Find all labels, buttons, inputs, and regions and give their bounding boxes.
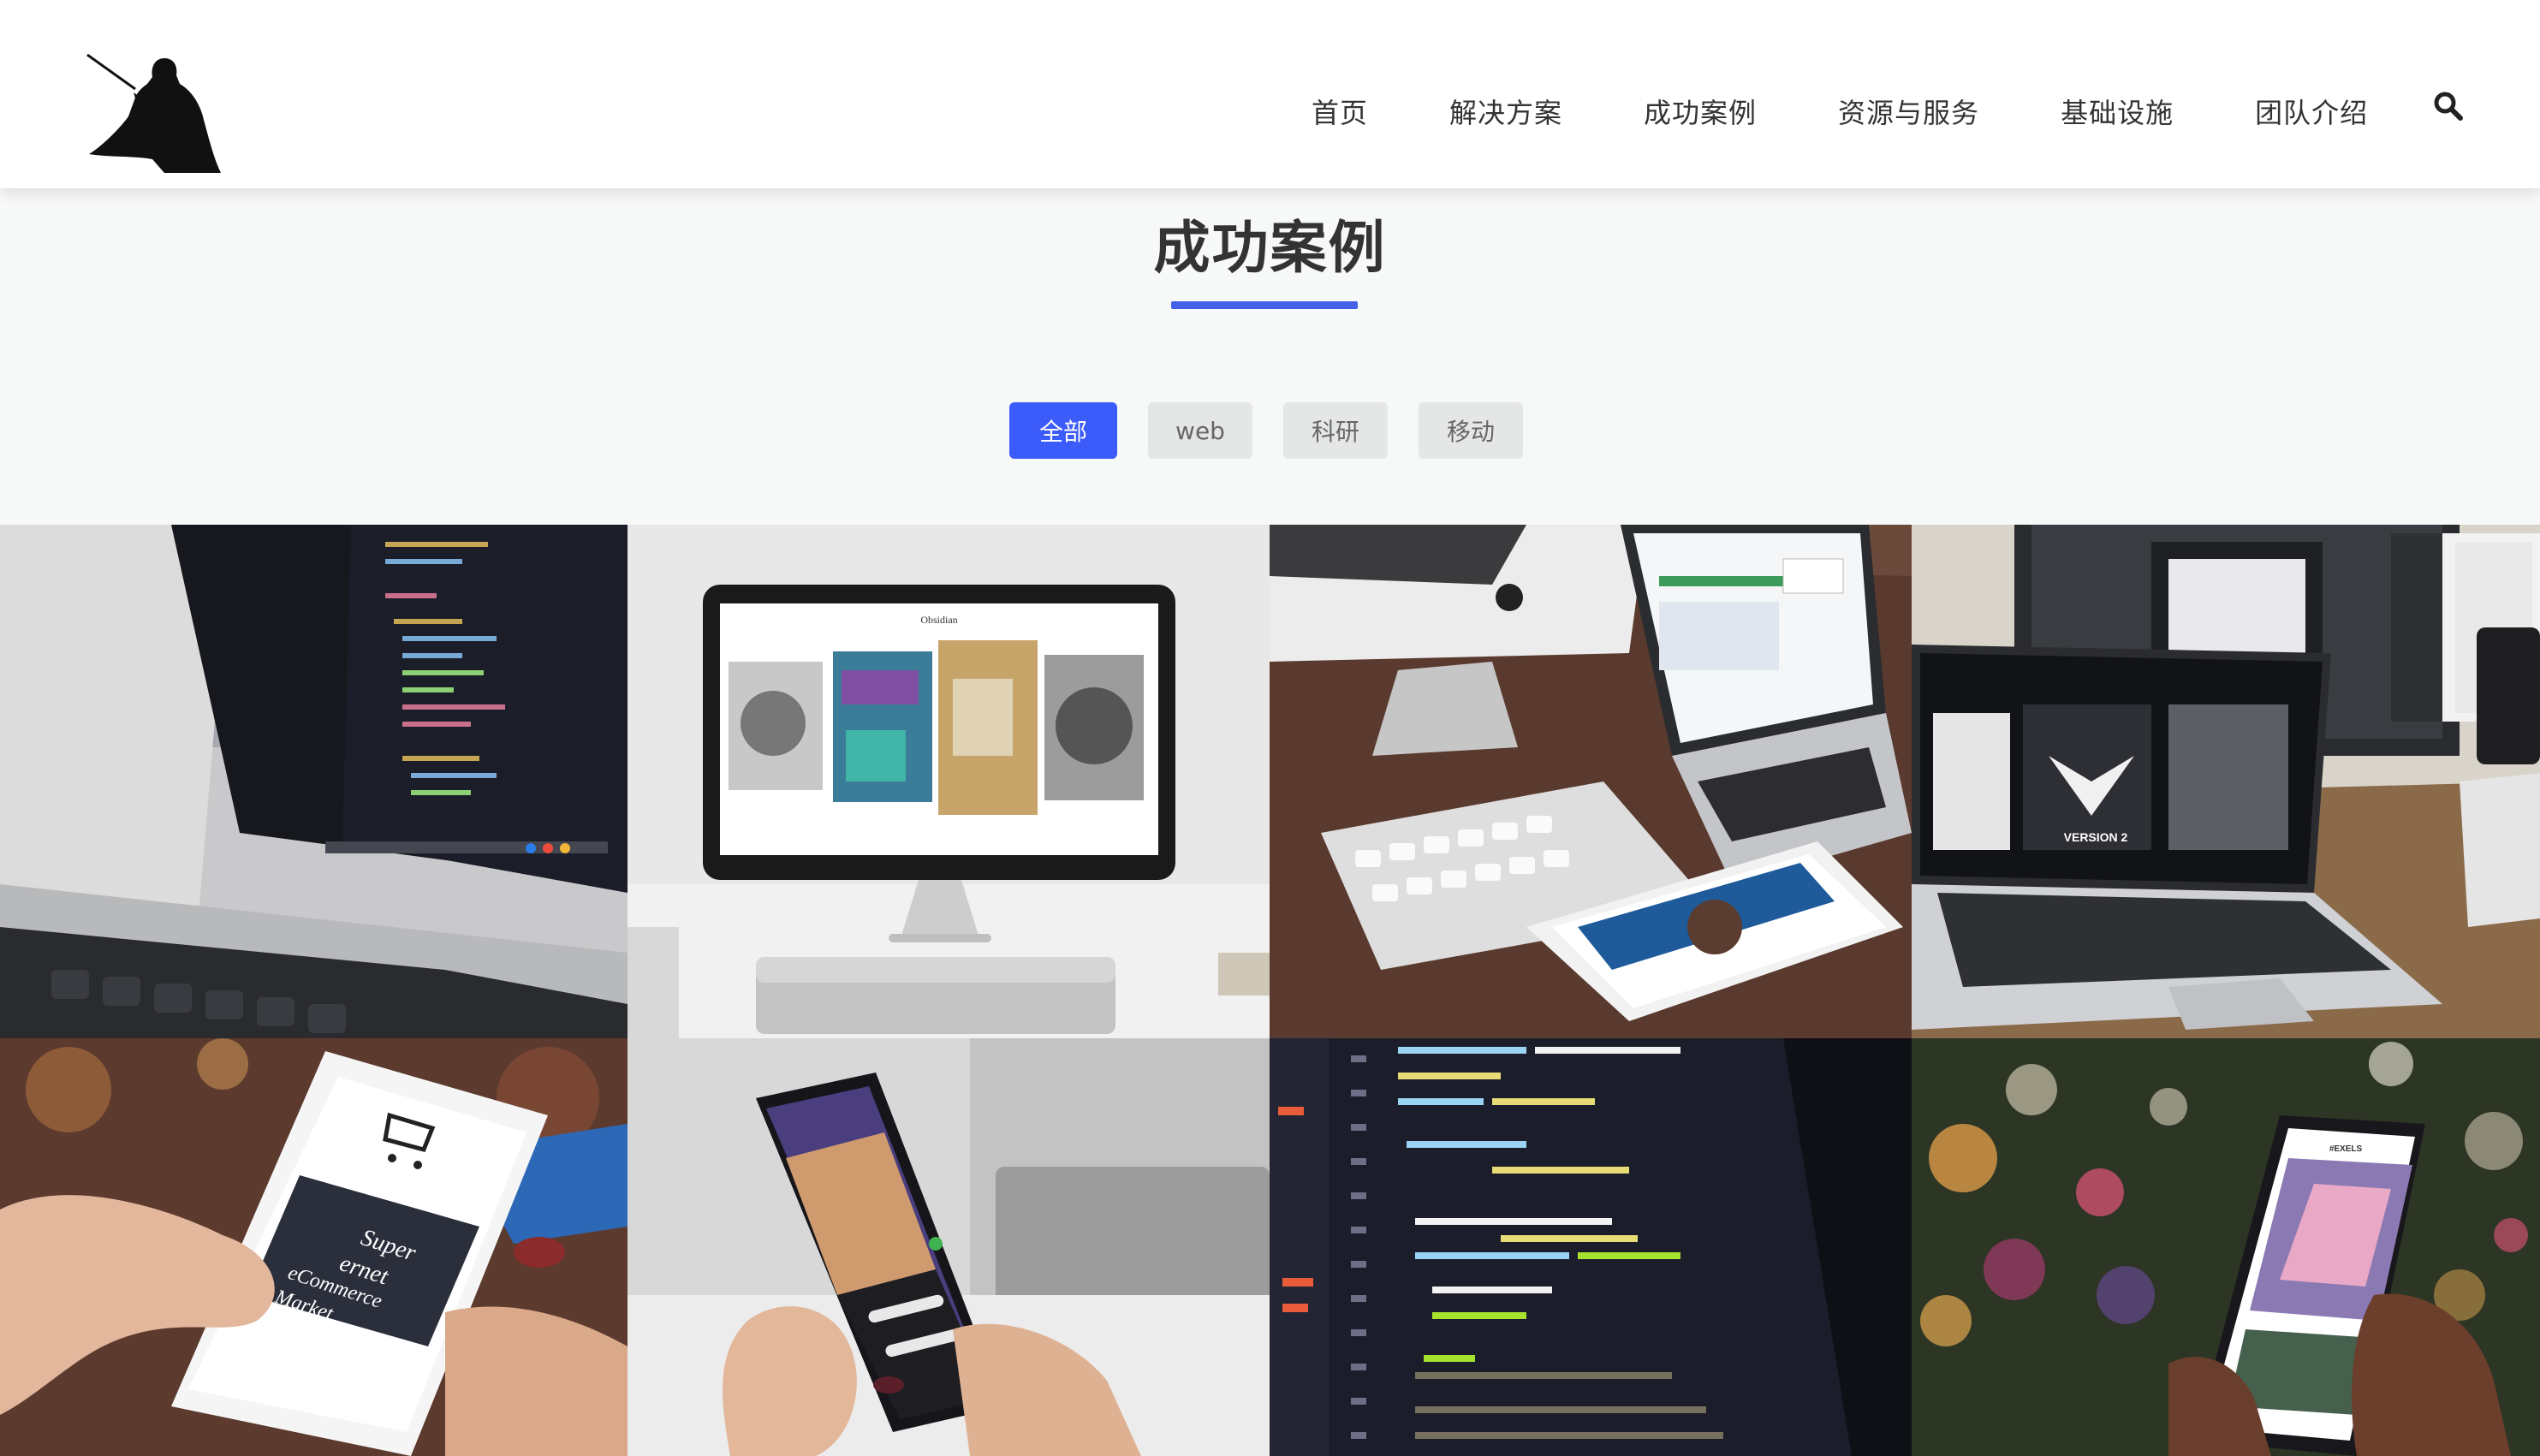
page-title: 成功案例 <box>1153 215 1387 281</box>
portfolio-filters: 全部 web 科研 移动 <box>1009 402 1523 459</box>
portfolio-item-imac-gallery[interactable]: Obsidian <box>628 525 1270 1038</box>
filter-web-button[interactable]: web <box>1148 402 1252 459</box>
nav-item-resources[interactable]: 资源与服务 <box>1838 92 1979 131</box>
portfolio-item-ecommerce-phone[interactable]: Super ernet eCommerce Market <box>0 1038 628 1456</box>
site-header: 首页 解决方案 成功案例 资源与服务 基础设施 团队介绍 <box>0 0 2540 188</box>
title-underline <box>1171 301 1358 309</box>
nav-item-cases[interactable]: 成功案例 <box>1644 92 1757 131</box>
portfolio-item-weather-phone[interactable] <box>628 1038 1270 1456</box>
logo[interactable] <box>86 50 223 175</box>
portfolio-item-laptop-design[interactable]: VERSION 2 <box>1912 525 2540 1038</box>
ecommerce-phone-image: Super ernet eCommerce Market <box>0 1038 628 1456</box>
nav-item-infrastructure[interactable]: 基础设施 <box>2061 92 2174 131</box>
laptop-code-image <box>0 525 628 1038</box>
nav-item-team[interactable]: 团队介绍 <box>2255 92 2368 131</box>
portfolio-item-laptop-code[interactable] <box>0 525 628 1038</box>
portfolio-item-desk-devices[interactable] <box>1270 525 1912 1038</box>
portfolio-item-photo-phone[interactable]: #EXELS <box>1912 1038 2540 1456</box>
filter-all-button[interactable]: 全部 <box>1009 402 1117 459</box>
search-icon[interactable] <box>2433 91 2464 122</box>
filter-research-button[interactable]: 科研 <box>1283 402 1388 459</box>
portfolio-grid: Obsidian VERSION 2 Super ernet eCommerce… <box>0 525 2540 1456</box>
imac-gallery-image: Obsidian <box>628 525 1270 1038</box>
weather-phone-image <box>628 1038 1270 1456</box>
portfolio-item-code-monitor[interactable] <box>1270 1038 1912 1456</box>
photo-app-title: #EXELS <box>2329 1144 2363 1154</box>
nav-item-home[interactable]: 首页 <box>1312 92 1368 131</box>
darth-vader-silhouette-logo-icon <box>86 53 221 173</box>
laptop-design-image: VERSION 2 <box>1912 525 2540 1038</box>
code-monitor-image <box>1270 1038 1912 1456</box>
main-nav: 首页 解决方案 成功案例 资源与服务 基础设施 团队介绍 <box>1312 86 2368 137</box>
design-site-badge: VERSION 2 <box>2064 830 2128 844</box>
desk-devices-image <box>1270 525 1912 1038</box>
gallery-site-title: Obsidian <box>920 614 957 626</box>
nav-item-solutions[interactable]: 解决方案 <box>1449 92 1562 131</box>
photo-phone-image: #EXELS <box>1912 1038 2540 1456</box>
filter-mobile-button[interactable]: 移动 <box>1419 402 1523 459</box>
